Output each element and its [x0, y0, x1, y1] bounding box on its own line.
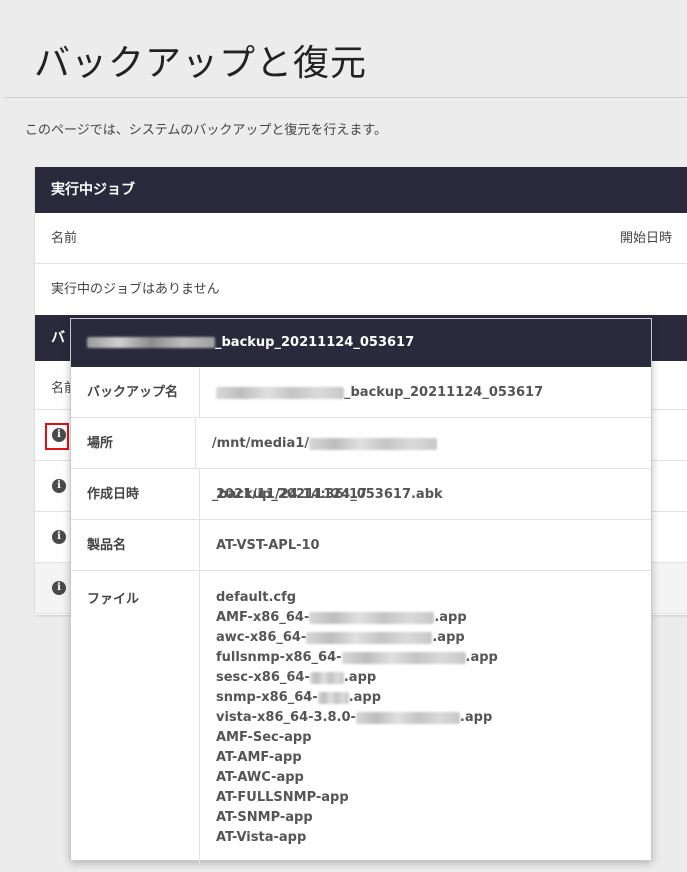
detail-value: AT-VST-APL-10 — [216, 538, 320, 553]
info-icon[interactable]: i — [52, 479, 66, 493]
redacted-text — [306, 631, 433, 644]
list-item: AT-SNMP-app — [216, 810, 313, 825]
list-item: AT-Vista-app — [216, 830, 307, 845]
page-description: このページでは、システムのバックアップと復元を行えます。 — [25, 123, 388, 138]
detail-value: 2021/11/24 14:36:17 — [216, 487, 368, 502]
redacted-text — [87, 337, 215, 348]
list-item: vista-x86_64-3.8.0- .app — [216, 710, 493, 725]
redacted-text — [341, 651, 466, 664]
detail-label: 作成日時 — [71, 469, 200, 519]
list-item: default.cfg — [216, 590, 297, 605]
list-item: sesc-x86_64- .app — [216, 670, 377, 685]
running-jobs-empty-row: 実行中のジョブはありません — [35, 264, 687, 315]
list-item: fullsnmp-x86_64- .app — [216, 650, 498, 665]
info-icon[interactable]: i — [52, 581, 66, 595]
detail-label: ファイル — [71, 571, 200, 863]
list-item: snmp-x86_64- .app — [216, 690, 382, 705]
popup-title: _backup_20211124_053617 — [215, 335, 415, 350]
redacted-text — [317, 691, 349, 704]
backup-list-header-text: バ — [51, 330, 65, 346]
detail-row-files: ファイル default.cfg AMF-x86_64- .app awc-x86… — [71, 571, 651, 863]
list-item: AMF-Sec-app — [216, 730, 312, 745]
redacted-text — [309, 611, 435, 624]
list-item: AT-AMF-app — [216, 750, 302, 765]
detail-label: 場所 — [71, 418, 196, 468]
detail-row-backup-name: バックアップ名 _backup_20211124_053617 — [71, 367, 651, 418]
backup-name-value: _backup_20211124_053617 — [344, 385, 544, 400]
detail-label: バックアップ名 — [71, 367, 200, 417]
detail-label: 製品名 — [71, 520, 200, 570]
detail-row-location: 場所 /mnt/media1/_backup_20211124_053617.a… — [71, 418, 651, 502]
info-icon[interactable]: i — [52, 530, 66, 544]
location-prefix: /mnt/media1/ — [211, 436, 310, 451]
title-divider — [4, 97, 687, 98]
running-jobs-card: 実行中ジョブ 名前 開始日時 実行中のジョブはありません — [35, 167, 687, 315]
page-title: バックアップと復元 — [34, 43, 368, 84]
highlight-box — [45, 423, 69, 450]
running-jobs-column-header: 名前 開始日時 — [35, 213, 687, 264]
popup-header: _backup_20211124_053617 — [71, 319, 651, 367]
redacted-text — [309, 671, 344, 684]
empty-message: 実行中のジョブはありません — [51, 282, 220, 297]
column-start-time[interactable]: 開始日時 — [620, 213, 672, 264]
detail-value: _backup_20211124_053617 — [200, 367, 543, 417]
running-jobs-header: 実行中ジョブ — [35, 167, 687, 213]
redacted-text — [309, 437, 438, 450]
file-list: default.cfg AMF-x86_64- .app awc-x86_64-.… — [200, 571, 498, 863]
list-item: AMF-x86_64- .app — [216, 610, 467, 625]
list-item: AT-AWC-app — [216, 770, 304, 785]
detail-value: /mnt/media1/_backup_20211124_053617.abk — [196, 418, 651, 502]
list-item: awc-x86_64- .app — [216, 630, 465, 645]
list-item: AT-FULLSNMP-app — [216, 790, 349, 805]
column-name[interactable]: 名前 — [51, 231, 77, 246]
detail-row-product: 製品名 AT-VST-APL-10 — [71, 520, 651, 571]
redacted-text — [355, 711, 460, 724]
detail-row-created: 作成日時 2021/11/24 14:36:17 — [71, 469, 651, 520]
redacted-text — [216, 386, 344, 399]
backup-detail-popup: _backup_20211124_053617 バックアップ名 _backup_… — [70, 318, 652, 863]
